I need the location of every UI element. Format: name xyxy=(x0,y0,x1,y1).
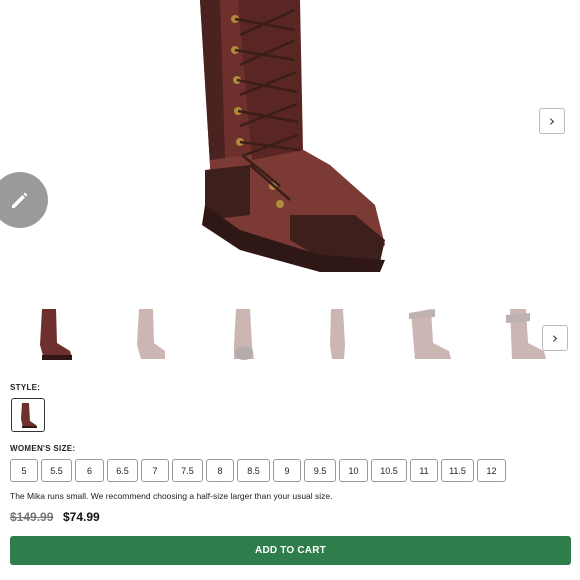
chevron-right-icon: › xyxy=(552,329,558,347)
gallery-next-button[interactable]: › xyxy=(539,108,565,134)
style-swatch-image xyxy=(21,403,37,428)
size-option[interactable]: 11 xyxy=(410,459,438,482)
thumbnail-6[interactable] xyxy=(500,305,548,369)
size-option[interactable]: 11.5 xyxy=(441,459,474,482)
size-option[interactable]: 5.5 xyxy=(41,459,72,482)
thumbnail-1[interactable] xyxy=(30,305,78,369)
boot-image xyxy=(200,0,385,272)
size-option[interactable]: 5 xyxy=(10,459,38,482)
pencil-icon xyxy=(12,192,28,208)
style-label: STYLE: xyxy=(10,383,41,392)
size-option[interactable]: 6.5 xyxy=(107,459,138,482)
thumbnail-5[interactable] xyxy=(405,305,453,369)
size-option[interactable]: 6 xyxy=(75,459,104,482)
thumbnail-4[interactable] xyxy=(314,305,362,369)
size-option[interactable]: 10.5 xyxy=(371,459,407,482)
fit-note: The Mika runs small. We recommend choosi… xyxy=(10,491,333,501)
style-swatch-selected[interactable] xyxy=(11,398,45,432)
sale-price: $74.99 xyxy=(63,510,100,524)
size-option[interactable]: 9 xyxy=(273,459,301,482)
thumbnail-strip xyxy=(0,305,580,369)
original-price: $149.99 xyxy=(10,510,54,524)
size-option[interactable]: 8.5 xyxy=(237,459,270,482)
thumbnail-next-button[interactable]: › xyxy=(542,325,568,351)
thumbnail-2[interactable] xyxy=(125,305,173,369)
main-product-image[interactable] xyxy=(0,0,580,300)
add-to-cart-button[interactable]: ADD TO CART xyxy=(10,536,571,565)
size-option[interactable]: 12 xyxy=(477,459,506,482)
size-option[interactable]: 7.5 xyxy=(172,459,203,482)
size-option[interactable]: 10 xyxy=(339,459,368,482)
chevron-right-icon: › xyxy=(549,112,555,130)
size-option[interactable]: 8 xyxy=(206,459,234,482)
thumbnail-3[interactable] xyxy=(220,305,268,369)
size-label: WOMEN'S SIZE: xyxy=(10,444,76,453)
size-option[interactable]: 9.5 xyxy=(304,459,336,482)
size-option[interactable]: 7 xyxy=(141,459,169,482)
